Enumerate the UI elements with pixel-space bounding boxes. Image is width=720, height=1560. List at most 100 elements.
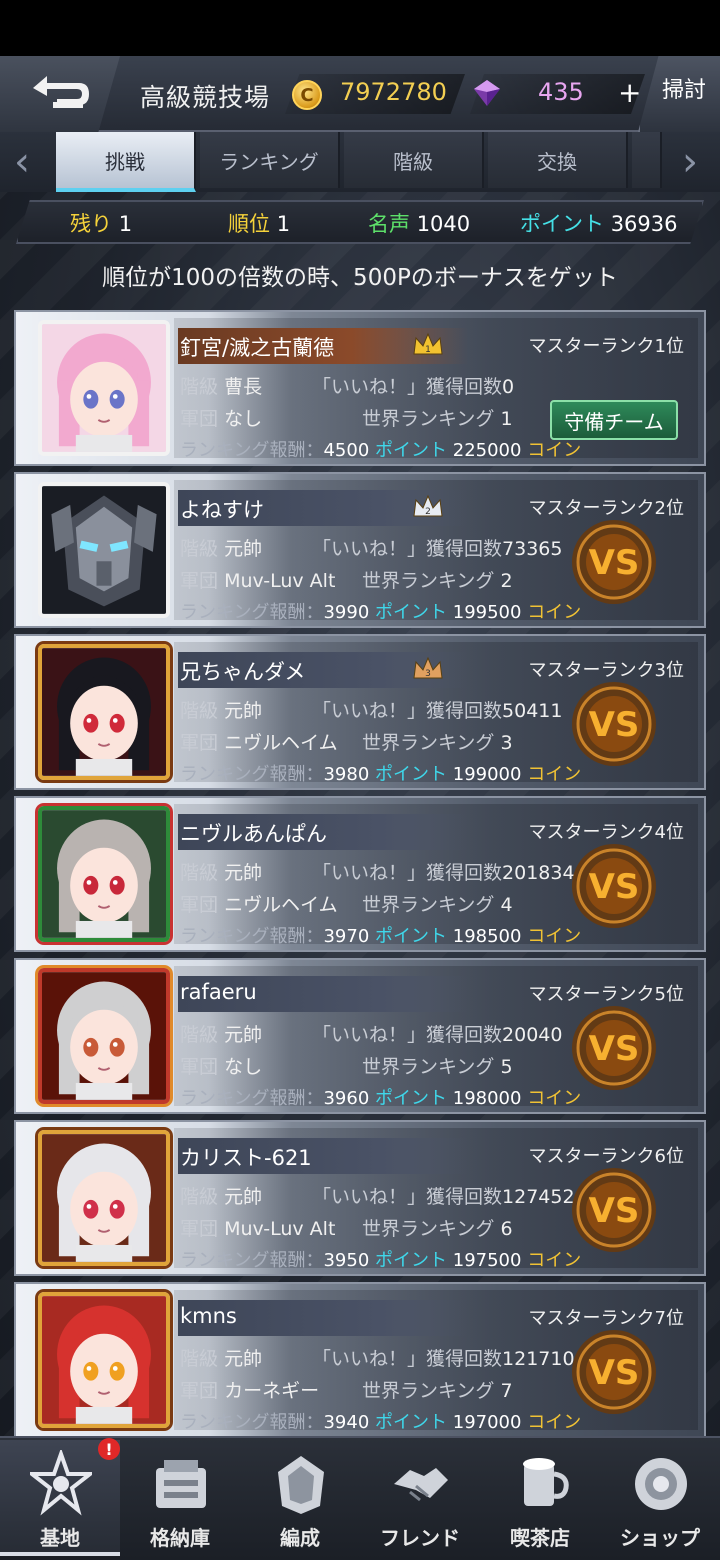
tab-right-arrow-icon[interactable]: › [682, 140, 698, 184]
defense-team-button[interactable]: 守備チーム [550, 400, 678, 440]
back-arrow-icon [33, 76, 89, 108]
tab-left-arrow-icon[interactable]: ‹ [14, 140, 30, 184]
opponent-card[interactable]: rafaeru マスターランク5位 階級 元帥 「いいね！」獲得回数20040 … [14, 958, 706, 1114]
vs-challenge-button[interactable]: VS [570, 518, 658, 606]
svg-text:VS: VS [589, 1029, 640, 1069]
coin-value: 7972780 [340, 78, 447, 106]
rank-stat: 順位 1 [228, 212, 291, 236]
opponent-card[interactable]: 兄ちゃんダメ 3 マスターランク3位 階級 元帥 「いいね！」獲得回数50411… [14, 634, 706, 790]
corps-row: 軍団 Muv-Luv Alt 世界ランキング 6 [180, 1214, 513, 1241]
world-rank-label: 世界ランキング 6 [362, 1218, 513, 1240]
avatar[interactable] [38, 968, 170, 1104]
gem-value: 435 [538, 78, 584, 106]
world-rank-label: 世界ランキング 3 [362, 732, 513, 754]
character-portrait-icon [42, 648, 166, 776]
tab-ranking[interactable]: ランキング [200, 132, 340, 188]
player-name: rafaeru [180, 980, 257, 1004]
opponent-card[interactable]: カリスト-621 マスターランク6位 階級 元帥 「いいね！」獲得回数12745… [14, 1120, 706, 1276]
tab-overflow [632, 132, 662, 188]
master-rank: マスターランク1位 [528, 336, 684, 357]
reward-row: ランキング報酬：3970 ポイント 198500 コイン [180, 926, 582, 947]
vs-icon: VS [572, 1168, 656, 1252]
opponent-card[interactable]: ニヴルあんぱん マスターランク4位 階級 元帥 「いいね！」獲得回数201834… [14, 796, 706, 952]
world-rank-label: 世界ランキング 5 [362, 1056, 513, 1078]
crown-icon: 2 [413, 494, 443, 517]
avatar[interactable] [38, 320, 170, 456]
coin-icon: C [292, 80, 322, 110]
opponent-card[interactable]: よねすけ 2 マスターランク2位 階級 元帥 「いいね！」獲得回数73365 軍… [14, 472, 706, 628]
opponent-card[interactable]: kmns マスターランク7位 階級 元帥 「いいね！」獲得回数121710 軍団… [14, 1282, 706, 1438]
nav-item-friend[interactable]: フレンド [360, 1440, 480, 1556]
nav-item-formation[interactable]: 編成 [240, 1440, 360, 1556]
nav-label: ショップ [620, 1526, 700, 1550]
world-rank-label: 世界ランキング 2 [362, 570, 513, 592]
hangar-icon [156, 1460, 206, 1508]
reward-row: ランキング報酬：3980 ポイント 199000 コイン [180, 764, 582, 785]
class-row: 階級 元帥 「いいね！」獲得回数201834 [180, 858, 575, 885]
nav-item-cafe[interactable]: 喫茶店 [480, 1440, 600, 1556]
avatar[interactable] [38, 644, 170, 780]
reward-row: ランキング報酬：3950 ポイント 197500 コイン [180, 1250, 582, 1271]
vs-challenge-button[interactable]: VS [570, 842, 658, 930]
nav-item-hangar[interactable]: 格納庫 [120, 1440, 240, 1556]
nav-label: 編成 [280, 1526, 320, 1550]
likes-label: 「いいね！」獲得回数73365 [312, 538, 563, 560]
character-portrait-icon [42, 1296, 166, 1424]
likes-label: 「いいね！」獲得回数121710 [312, 1348, 575, 1370]
nav-label: 喫茶店 [510, 1526, 570, 1550]
corps-row: 軍団 Muv-Luv Alt 世界ランキング 2 [180, 566, 513, 593]
corps-row: 軍団 カーネギー 世界ランキング 7 [180, 1376, 513, 1403]
master-rank: マスターランク5位 [528, 984, 684, 1005]
formation-icon [278, 1456, 324, 1514]
opponent-card[interactable]: 釘宮/滅之古蘭德 1 マスターランク1位 階級 曹長 「いいね！」獲得回数0 軍… [14, 310, 706, 466]
likes-label: 「いいね！」獲得回数0 [312, 376, 515, 398]
reward-row: ランキング報酬：3940 ポイント 197000 コイン [180, 1412, 582, 1433]
character-portrait-icon [42, 1134, 166, 1262]
nav-label: 基地 [40, 1526, 80, 1550]
likes-label: 「いいね！」獲得回数201834 [312, 862, 575, 884]
remaining-stat: 残り 1 [70, 212, 133, 236]
world-rank-label: 世界ランキング 4 [362, 894, 513, 916]
class-row: 階級 元帥 「いいね！」獲得回数121710 [180, 1344, 575, 1371]
friend-icon [394, 1468, 448, 1502]
world-rank-label: 世界ランキング 7 [362, 1380, 513, 1402]
likes-label: 「いいね！」獲得回数20040 [312, 1024, 563, 1046]
avatar[interactable] [38, 1292, 170, 1428]
vs-challenge-button[interactable]: VS [570, 680, 658, 768]
vs-challenge-button[interactable]: VS [570, 1166, 658, 1254]
svg-text:VS: VS [589, 1191, 640, 1231]
master-rank: マスターランク6位 [528, 1146, 684, 1167]
class-row: 階級 元帥 「いいね！」獲得回数20040 [180, 1020, 562, 1047]
tab-exchange[interactable]: 交換 [488, 132, 628, 188]
character-portrait-icon [42, 324, 166, 452]
corps-row: 軍団 なし 世界ランキング 5 [180, 1052, 513, 1079]
vs-icon: VS [572, 520, 656, 604]
svg-text:2: 2 [425, 507, 431, 517]
player-name: カリスト-621 [180, 1146, 312, 1170]
player-name: よねすけ [180, 498, 264, 522]
nav-label: フレンド [380, 1526, 460, 1550]
likes-label: 「いいね！」獲得回数127452 [312, 1186, 575, 1208]
tab-challenge[interactable]: 挑戦 [56, 132, 196, 192]
reward-row: ランキング報酬：3960 ポイント 198000 コイン [180, 1088, 582, 1109]
corps-row: 軍団 ニヴルヘイム 世界ランキング 3 [180, 728, 513, 755]
points-stat: ポイント 36936 [520, 212, 678, 236]
player-name: 兄ちゃんダメ [180, 660, 306, 684]
bonus-notice: 順位が100の倍数の時、500Pのボーナスをゲット [102, 265, 618, 291]
crown-icon: 1 [413, 332, 443, 355]
sweep-label[interactable]: 掃討 [662, 72, 706, 104]
add-gems-button[interactable]: + [618, 78, 641, 108]
tab-class[interactable]: 階級 [344, 132, 484, 188]
class-row: 階級 曹長 「いいね！」獲得回数0 [180, 372, 514, 399]
avatar[interactable] [38, 1130, 170, 1266]
avatar[interactable] [38, 806, 170, 942]
vs-icon: VS [572, 844, 656, 928]
avatar[interactable] [38, 482, 170, 618]
vs-challenge-button[interactable]: VS [570, 1328, 658, 1416]
character-portrait-icon [42, 810, 166, 938]
nav-item-shop[interactable]: ショップ [600, 1440, 720, 1556]
vs-challenge-button[interactable]: VS [570, 1004, 658, 1092]
player-name: ニヴルあんぱん [180, 822, 327, 846]
corps-row: 軍団 ニヴルヘイム 世界ランキング 4 [180, 890, 513, 917]
status-bar [0, 0, 720, 56]
